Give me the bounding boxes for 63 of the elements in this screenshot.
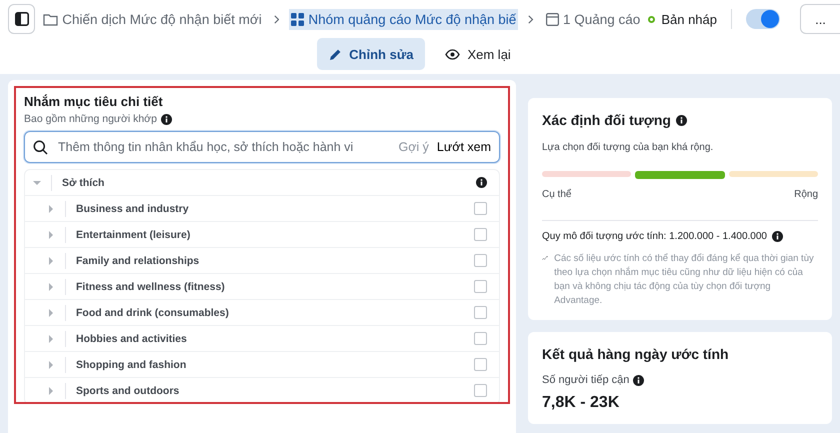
checkbox[interactable] <box>474 332 487 345</box>
toggle-switch[interactable] <box>746 9 780 29</box>
interest-label: Fitness and wellness (fitness) <box>76 280 226 292</box>
reach-label: Số người tiếp cận <box>542 374 630 386</box>
info-icon <box>676 114 687 126</box>
audience-size: Quy mô đối tượng ước tính: 1.200.000 - 1.400.000 <box>542 231 767 242</box>
checkbox[interactable] <box>474 358 487 371</box>
interest-label: Food and drink (consumables) <box>76 306 230 318</box>
estimate-note: Các số liệu ước tính có thể thay đổi đáng kể qua thời gian tùy theo lựa chọn nhắm mục tiêu cũng như dữ liệu hiện có của bạn và không chịu tác động của tùy chọn đối tượng Advantage. <box>554 252 815 308</box>
info-icon <box>160 114 172 124</box>
more-button[interactable]: ... <box>800 4 840 34</box>
category-label: Sở thích <box>62 176 106 188</box>
chevron-icon <box>274 14 280 24</box>
breadcrumb-item[interactable]: 1 Quảng cáo <box>544 8 642 30</box>
eye-icon <box>445 48 460 60</box>
sidebar-toggle-button[interactable] <box>8 4 36 34</box>
caret-right-icon[interactable] <box>47 360 55 368</box>
interest-label: Sports and outdoors <box>76 384 180 396</box>
card-title: Xác định đối tượng <box>542 112 671 128</box>
browse-link[interactable]: Lướt xem <box>436 140 491 154</box>
mode-tab[interactable]: Xem lại <box>433 38 523 70</box>
caret-right-icon[interactable] <box>47 282 55 290</box>
caret-right-icon[interactable] <box>47 386 55 394</box>
info-icon <box>476 177 487 188</box>
interest-label: Hobbies and activities <box>76 332 188 344</box>
interest-label: Shopping and fashion <box>76 358 188 370</box>
checkbox[interactable] <box>474 306 487 319</box>
breadcrumb-item[interactable]: Nhóm quảng cáo Mức độ nhận biế <box>289 8 518 30</box>
sidebar-icon <box>14 12 29 26</box>
section-subtitle: Bao gồm những người khớp <box>24 113 157 125</box>
card-title: Kết quả hàng ngày ước tính <box>542 346 729 362</box>
status-label: Bản nháp <box>661 12 717 26</box>
caret-right-icon[interactable] <box>47 256 55 264</box>
meter-min-label: Cụ thể <box>542 189 572 200</box>
caret-down-icon[interactable] <box>33 178 41 186</box>
caret-right-icon[interactable] <box>47 334 55 342</box>
info-icon <box>633 374 644 386</box>
status-dot-icon <box>648 16 656 22</box>
caret-right-icon[interactable] <box>47 308 55 316</box>
search-icon <box>33 140 48 154</box>
caret-right-icon[interactable] <box>47 230 55 238</box>
reach-value: 7,8K - 23K <box>542 394 620 412</box>
checkbox[interactable] <box>474 384 487 397</box>
audience-description: Lựa chọn đối tượng của bạn khá rộng. <box>542 142 714 153</box>
interest-label: Entertainment (leisure) <box>76 228 192 240</box>
interest-label: Family and relationships <box>76 254 200 266</box>
search-field[interactable]: Thêm thông tin nhân khẩu học, sở thích hoặc hành vi Gợi ý Lướt xem <box>24 131 500 163</box>
caret-right-icon[interactable] <box>47 204 55 212</box>
chevron-icon <box>528 14 534 24</box>
interest-label: Business and industry <box>76 202 190 214</box>
checkbox[interactable] <box>474 280 487 293</box>
checkbox[interactable] <box>474 228 487 241</box>
folder-icon <box>43 12 58 26</box>
meter-max-label: Rộng <box>794 189 818 200</box>
window-icon <box>546 12 559 26</box>
mode-tab[interactable]: Chỉnh sửa <box>317 38 426 70</box>
breadcrumb-item[interactable]: Chiến dịch Mức độ nhận biết mới <box>41 8 264 30</box>
grid-icon <box>291 12 304 26</box>
checkbox[interactable] <box>474 202 487 215</box>
pencil-icon <box>329 48 342 60</box>
section-title: Nhắm mục tiêu chi tiết <box>24 94 164 109</box>
info-icon <box>772 231 783 242</box>
checkbox[interactable] <box>474 254 487 267</box>
